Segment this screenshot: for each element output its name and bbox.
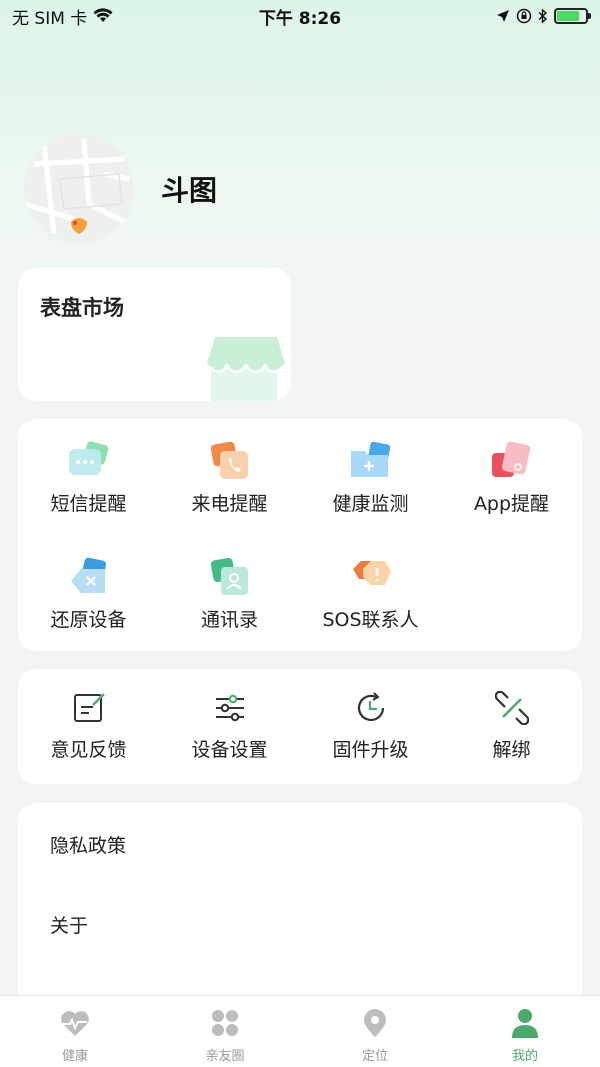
feature-restore-device[interactable]: 还原设备 — [18, 557, 159, 632]
tab-mine[interactable]: 我的 — [450, 996, 600, 1067]
feature-app-reminder[interactable]: App提醒 — [441, 441, 582, 516]
feature-label: 来电提醒 — [191, 493, 268, 515]
profile-header[interactable]: 斗图 — [24, 134, 217, 244]
features-card: 短信提醒 来电提醒 健康监测 App提醒 还原设备 通讯录 SOS联系人 — [18, 419, 582, 651]
sliders-icon — [215, 694, 244, 722]
orientation-lock-icon — [516, 8, 532, 24]
feature-label: App提醒 — [473, 493, 550, 515]
app-icon — [491, 441, 530, 477]
tool-label: 固件升级 — [332, 739, 409, 761]
heart-pulse-icon — [61, 1011, 89, 1036]
location-pin-icon — [364, 1009, 386, 1037]
feature-label: 通讯录 — [200, 609, 258, 631]
store-icon — [207, 337, 285, 401]
tab-bar: 健康 亲友圈 定位 我的 — [0, 995, 600, 1067]
bluetooth-icon — [538, 8, 548, 24]
carrier-label: 无 SIM 卡 — [12, 8, 88, 29]
feature-label: 健康监测 — [332, 493, 409, 515]
person-icon — [512, 1009, 538, 1038]
clover-icon — [212, 1010, 238, 1036]
location-arrow-icon — [497, 10, 509, 22]
tool-label: 意见反馈 — [50, 739, 127, 761]
unlink-icon — [494, 691, 529, 725]
watch-face-market-card[interactable]: 表盘市场 — [18, 268, 291, 401]
phone-icon — [210, 441, 248, 479]
feedback-button[interactable]: 意见反馈 — [18, 691, 159, 762]
sos-icon — [352, 561, 391, 585]
wifi-icon — [93, 8, 113, 22]
feature-label: 短信提醒 — [50, 493, 127, 515]
tab-location[interactable]: 定位 — [300, 996, 450, 1067]
market-title: 表盘市场 — [40, 296, 124, 320]
clock-refresh-icon — [357, 692, 384, 721]
device-settings-button[interactable]: 设备设置 — [159, 691, 300, 762]
tools-card: 意见反馈 设备设置 固件升级 解绑 — [18, 669, 582, 784]
feedback-icon — [73, 693, 105, 722]
feature-sos-contacts[interactable]: SOS联系人 — [300, 557, 441, 632]
about-item[interactable]: 关于 — [50, 911, 88, 938]
tab-health[interactable]: 健康 — [0, 996, 150, 1067]
feature-label: 还原设备 — [50, 609, 127, 631]
tab-label: 亲友圈 — [205, 1049, 245, 1064]
tab-label: 定位 — [361, 1049, 388, 1064]
feature-contacts[interactable]: 通讯录 — [159, 557, 300, 632]
tab-label: 我的 — [511, 1049, 538, 1064]
tab-friends[interactable]: 亲友圈 — [150, 996, 300, 1067]
tab-label: 健康 — [61, 1049, 88, 1064]
battery-icon — [554, 8, 591, 24]
restore-icon — [70, 557, 106, 593]
feature-label: SOS联系人 — [322, 609, 419, 631]
status-bar: 无 SIM 卡 下午 8:26 — [0, 0, 600, 32]
firmware-upgrade-button[interactable]: 固件升级 — [300, 691, 441, 762]
message-icon — [68, 441, 108, 475]
user-name: 斗图 — [161, 174, 218, 207]
tool-label: 设备设置 — [191, 739, 268, 761]
unbind-button[interactable]: 解绑 — [441, 691, 582, 762]
feature-sms-reminder[interactable]: 短信提醒 — [18, 441, 159, 516]
privacy-policy-item[interactable]: 隐私政策 — [50, 831, 126, 858]
tool-label: 解绑 — [492, 739, 531, 761]
contacts-icon — [210, 557, 248, 595]
avatar[interactable] — [24, 134, 134, 244]
health-folder-icon — [350, 441, 390, 477]
feature-call-reminder[interactable]: 来电提醒 — [159, 441, 300, 516]
feature-health-monitor[interactable]: 健康监测 — [300, 441, 441, 516]
